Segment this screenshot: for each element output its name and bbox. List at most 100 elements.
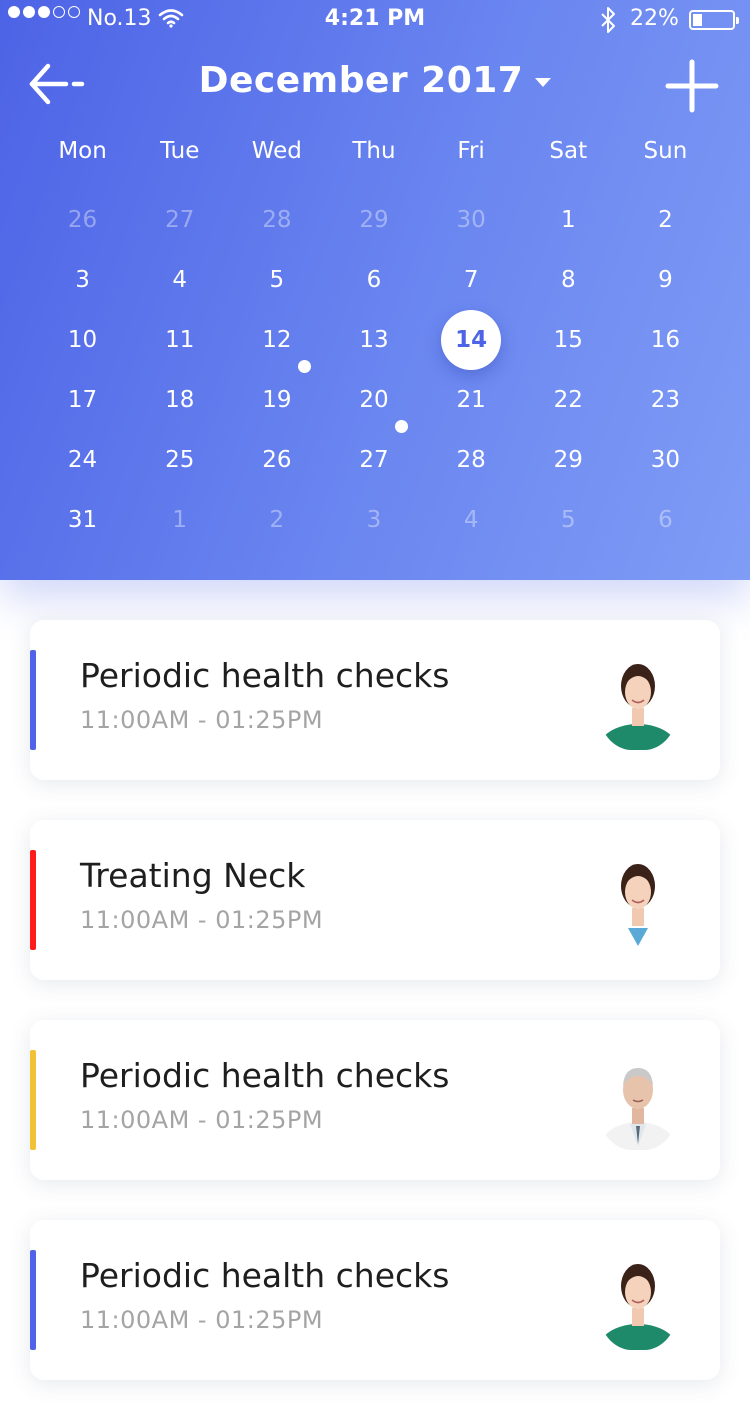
calendar-day[interactable]: 27 — [325, 430, 422, 490]
calendar-grid: 26 27 28 29 30 1 2 3 4 5 6 7 8 9 10 11 12 13 14 15 16 17 18 19 2… — [34, 190, 714, 550]
calendar-day[interactable]: 2 — [617, 190, 714, 250]
calendar-day-number: 12 — [262, 327, 292, 353]
calendar-day[interactable]: 28 — [423, 430, 520, 490]
calendar-day[interactable]: 4 — [131, 250, 228, 310]
male-doctor-avatar — [598, 1050, 678, 1150]
calendar-week-row: 3 4 5 6 7 8 9 — [34, 250, 714, 310]
calendar-day[interactable]: 29 — [520, 430, 617, 490]
calendar-day[interactable]: 24 — [34, 430, 131, 490]
appointment-card[interactable]: Treating Neck 11:00AM - 01:25PM — [30, 820, 720, 980]
calendar-day-number: 4 — [463, 507, 479, 533]
calendar-day-number: 21 — [456, 387, 486, 413]
calendar-day[interactable]: 10 — [34, 310, 131, 370]
calendar-week-row: 24 25 26 27 28 29 30 — [34, 430, 714, 490]
chevron-down-icon — [535, 77, 552, 87]
female-doctor-avatar — [598, 650, 678, 750]
calendar-day-number: 3 — [75, 267, 90, 293]
appointment-card[interactable]: Periodic health checks 11:00AM - 01:25PM — [30, 1020, 720, 1180]
calendar-day-outside-month[interactable]: 4 — [423, 490, 520, 550]
calendar-day-number: 11 — [165, 327, 195, 353]
appointment-title: Periodic health checks — [80, 1256, 450, 1295]
calendar-day[interactable]: 30 — [617, 430, 714, 490]
calendar-week-row: 17 18 19 20 21 22 23 — [34, 370, 714, 433]
calendar-day[interactable]: 5 — [228, 250, 325, 310]
calendar-day-outside-month[interactable]: 27 — [131, 190, 228, 250]
month-selector[interactable]: December 2017 — [0, 60, 750, 101]
calendar-day-outside-month[interactable]: 29 — [325, 190, 422, 250]
calendar-day-number: 26 — [262, 447, 292, 473]
appointment-title: Periodic health checks — [80, 1056, 450, 1095]
calendar-day-number: 23 — [650, 387, 681, 413]
calendar-day-number: 10 — [67, 327, 98, 353]
calendar-day[interactable]: 16 — [617, 310, 714, 370]
appointment-color-bar — [30, 1250, 36, 1350]
calendar-day[interactable]: 18 — [131, 370, 228, 430]
calendar-day-number: 8 — [560, 267, 576, 293]
calendar-day[interactable]: 20 — [325, 370, 422, 433]
calendar-day-outside-month[interactable]: 2 — [228, 490, 325, 550]
calendar-day-outside-month[interactable]: 1 — [131, 490, 228, 550]
calendar-day-outside-month[interactable]: 26 — [34, 190, 131, 250]
calendar-day[interactable]: 23 — [617, 370, 714, 430]
add-appointment-button[interactable] — [664, 58, 720, 114]
calendar-day-number: 20 — [359, 387, 389, 413]
weekday-header-row: Mon Tue Wed Thu Fri Sat Sun — [34, 138, 714, 164]
calendar-day-number: 25 — [165, 447, 195, 473]
calendar-day-outside-month[interactable]: 30 — [423, 190, 520, 250]
calendar-day-number: 7 — [463, 267, 479, 293]
calendar-day-number: 4 — [172, 267, 188, 293]
calendar-day[interactable]: 19 — [228, 370, 325, 430]
calendar-day-number: 30 — [650, 447, 681, 473]
appointment-title: Periodic health checks — [80, 656, 450, 695]
calendar-day-outside-month[interactable]: 5 — [520, 490, 617, 550]
calendar-day-number: 31 — [67, 507, 98, 533]
calendar-day[interactable]: 13 — [325, 310, 422, 370]
female-doctor-avatar — [598, 1250, 678, 1350]
calendar-day[interactable]: 15 — [520, 310, 617, 370]
appointment-color-bar — [30, 650, 36, 750]
calendar-day[interactable]: 31 — [34, 490, 131, 550]
calendar-day-selected[interactable]: 14 — [423, 310, 520, 370]
calendar-day-number: 15 — [553, 327, 583, 353]
calendar-day-outside-month[interactable]: 3 — [325, 490, 422, 550]
appointment-time: 11:00AM - 01:25PM — [80, 1306, 324, 1334]
calendar-day[interactable]: 21 — [423, 370, 520, 430]
calendar-day-number: 5 — [269, 267, 285, 293]
appointment-time: 11:00AM - 01:25PM — [80, 706, 324, 734]
calendar-day[interactable]: 6 — [325, 250, 422, 310]
weekday-label: Mon — [58, 138, 107, 164]
calendar-day[interactable]: 12 — [228, 310, 325, 373]
calendar-day[interactable]: 7 — [423, 250, 520, 310]
calendar-day[interactable]: 9 — [617, 250, 714, 310]
calendar-day[interactable]: 26 — [228, 430, 325, 490]
calendar-day-outside-month[interactable]: 6 — [617, 490, 714, 550]
calendar-day[interactable]: 8 — [520, 250, 617, 310]
calendar-day-number: 27 — [165, 207, 195, 233]
calendar-day-number: 27 — [359, 447, 389, 473]
appointment-time: 11:00AM - 01:25PM — [80, 1106, 324, 1134]
calendar-day-number: 26 — [67, 207, 98, 233]
calendar-day-number: 18 — [165, 387, 195, 413]
appointment-color-bar — [30, 1050, 36, 1150]
weekday-label: Thu — [352, 138, 396, 164]
calendar-day[interactable]: 3 — [34, 250, 131, 310]
calendar-day[interactable]: 25 — [131, 430, 228, 490]
weekday-label: Tue — [160, 138, 200, 164]
calendar-header: No.13 4:21 PM 22% December 2017 Mon Tue … — [0, 0, 750, 580]
calendar-day[interactable]: 17 — [34, 370, 131, 430]
calendar-day-number: 2 — [269, 507, 285, 533]
calendar-day[interactable]: 22 — [520, 370, 617, 430]
calendar-day-number: 30 — [456, 207, 486, 233]
calendar-day-outside-month[interactable]: 28 — [228, 190, 325, 250]
calendar-day-number: 6 — [658, 507, 673, 533]
calendar-day[interactable]: 1 — [520, 190, 617, 250]
calendar-day-number: 6 — [366, 267, 382, 293]
calendar-day[interactable]: 11 — [131, 310, 228, 370]
female-doctor-avatar — [598, 850, 678, 950]
appointment-card[interactable]: Periodic health checks 11:00AM - 01:25PM — [30, 1220, 720, 1380]
calendar-day-number: 16 — [650, 327, 681, 353]
appointment-card[interactable]: Periodic health checks 11:00AM - 01:25PM — [30, 620, 720, 780]
calendar-day-number: 2 — [658, 207, 673, 233]
calendar-day-number: 14 — [455, 327, 488, 353]
month-title: December 2017 — [198, 60, 524, 101]
